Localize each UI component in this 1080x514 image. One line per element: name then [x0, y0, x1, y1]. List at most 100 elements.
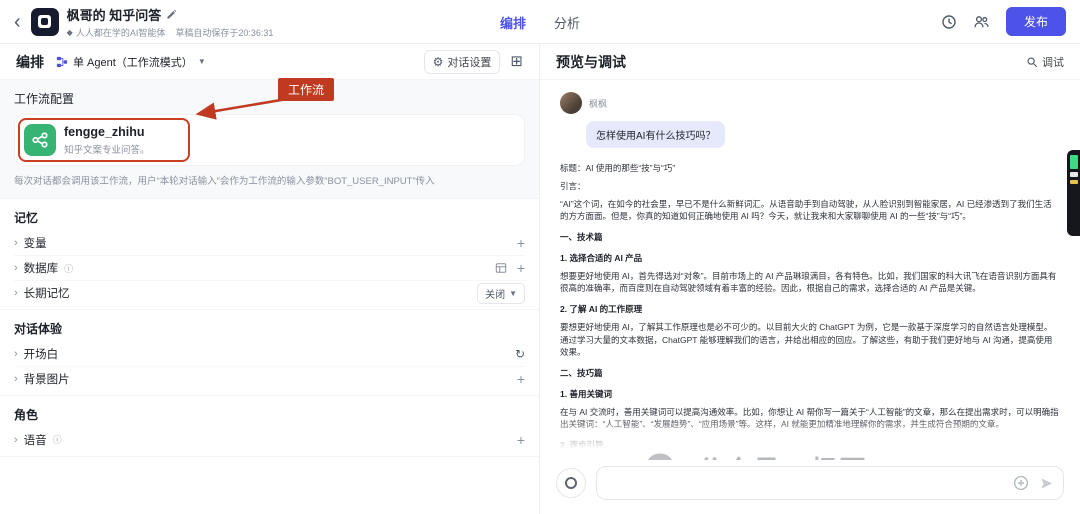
badge-label: 人人都在学的AI智能体 [76, 26, 166, 39]
chevron-right-icon: › [14, 373, 18, 385]
ai-paragraph: 在与 AI 交流时，善用关键词可以提高沟通效率。比如，你想让 AI 帮你写一篇关… [560, 406, 1060, 432]
annotation-workflow-label: 工作流 [278, 78, 334, 101]
info-icon[interactable]: ⓘ [53, 433, 62, 446]
row-long-term-memory[interactable]: › 长期记忆 关闭 ▼ [14, 280, 525, 305]
floating-mini-window[interactable] [1067, 150, 1080, 236]
row-long-term-memory-label: 长期记忆 [24, 285, 70, 301]
preview-panel-header: 预览与调试 调试 [540, 44, 1080, 80]
auto-generate-icon[interactable]: ↻ [515, 348, 525, 360]
row-background-image[interactable]: › 背景图片 + [14, 366, 525, 391]
debug-button[interactable]: 调试 [1042, 54, 1064, 70]
agent-mode-selector[interactable]: 单 Agent（工作流模式） ▼ [56, 54, 206, 70]
long-term-memory-value: 关闭 [485, 286, 505, 301]
workflow-mode-icon [56, 56, 68, 68]
workflow-name: fengge_zhihu [64, 125, 150, 140]
add-variable-button[interactable]: + [517, 236, 525, 250]
chevron-down-icon: ▼ [509, 289, 517, 298]
app-logo [31, 8, 59, 36]
edit-title-icon[interactable] [166, 9, 177, 20]
mini-window-thumb-white [1070, 172, 1078, 177]
row-background-image-label: 背景图片 [24, 371, 70, 387]
row-opening[interactable]: › 开场白 ↻ [14, 341, 525, 366]
clear-context-button[interactable] [556, 468, 586, 498]
ai-paragraph: 2. 逐步引导 [560, 439, 1060, 452]
collaboration-icon[interactable] [973, 14, 990, 30]
panel-title-orchestrate: 编排 [16, 52, 44, 72]
bot-badge-icon: ◆ [67, 28, 73, 37]
chat-area: 枫枫 怎样使用AI有什么技巧吗？ 标题：AI 使用的那些“技”与“巧” 引言： … [540, 80, 1080, 460]
badge: ◆ 人人都在学的AI智能体 [67, 26, 166, 39]
workflow-note: 每次对话都会调用该工作流，用户“本轮对话输入”会作为工作流的输入参数“BOT_U… [14, 175, 525, 188]
ai-paragraph: 想要更好地使用 AI，首先得选对“对象”。目前市场上的 AI 产品琳琅满目，各有… [560, 270, 1060, 296]
row-opening-label: 开场白 [24, 346, 59, 362]
panel-title-preview: 预览与调试 [556, 52, 626, 72]
ai-paragraph: 1. 选择合适的 AI 产品 [560, 252, 1060, 265]
user-name: 枫枫 [589, 97, 607, 110]
section-role: 角色 › 语音 ⓘ + [0, 396, 539, 457]
ai-paragraph: 标题：AI 使用的那些“技”与“巧” [560, 162, 1060, 175]
workflow-section-title: 工作流配置 [14, 90, 525, 107]
add-database-button[interactable]: + [517, 261, 525, 275]
preview-panel: 预览与调试 调试 枫枫 怎样使用AI有什么技巧吗？ 标题：AI 使用的那些“技”… [540, 44, 1080, 514]
ai-paragraph: 一、技术篇 [560, 231, 1060, 244]
row-variables[interactable]: › 变量 + [14, 230, 525, 255]
message-input-wrap [596, 466, 1064, 500]
user-message-bubble: 怎样使用AI有什么技巧吗？ [586, 121, 725, 148]
dialog-settings-label: 对话设置 [447, 54, 491, 70]
app-window: ‹ 枫哥的 知乎问答 ◆ 人人都在学的AI智能体 草稿自动保存于20:36:31… [0, 0, 1080, 514]
ai-paragraph: “AI”这个词，在如今的社会里，早已不是什么新鲜词汇。从语音助手到自动驾驶，从人… [560, 198, 1060, 224]
section-memory: 记忆 › 变量 + › 数据库 ⓘ + › 长期记忆 [0, 199, 539, 310]
section-dialog-experience-title: 对话体验 [14, 314, 525, 341]
workflow-icon [24, 124, 56, 156]
message-input[interactable] [596, 466, 1064, 500]
row-voice-label: 语音 [24, 432, 47, 448]
title-block: 枫哥的 知乎问答 ◆ 人人都在学的AI智能体 草稿自动保存于20:36:31 [67, 5, 274, 39]
header-actions: 发布 [941, 7, 1066, 36]
version-history-icon[interactable] [941, 14, 957, 30]
send-icon[interactable] [1039, 476, 1054, 491]
ai-paragraph: 引言： [560, 180, 1060, 193]
tab-analyze[interactable]: 分析 [554, 13, 580, 32]
mini-window-thumb-green [1070, 155, 1078, 169]
app-title: 枫哥的 知乎问答 [67, 5, 162, 24]
orchestration-panel: 编排 单 Agent（工作流模式） ▼ ⚙ 对话设置 ⊞ 工作流配置 [0, 44, 540, 514]
workflow-card-text: fengge_zhihu 知乎文案专业问答。 [64, 125, 150, 156]
gear-icon: ⚙ [433, 56, 444, 68]
workflow-desc: 知乎文案专业问答。 [64, 142, 150, 156]
chevron-right-icon: › [14, 434, 18, 446]
orchestration-panel-header: 编排 单 Agent（工作流模式） ▼ ⚙ 对话设置 ⊞ [0, 44, 539, 80]
agent-mode-label: 单 Agent（工作流模式） [73, 54, 193, 70]
workflow-card[interactable]: fengge_zhihu 知乎文案专业问答。 [18, 118, 190, 162]
row-voice[interactable]: › 语音 ⓘ + [14, 427, 525, 452]
add-background-button[interactable]: + [517, 372, 525, 386]
info-icon[interactable]: ⓘ [64, 262, 73, 275]
app-logo-glyph [38, 15, 51, 28]
dialog-settings-button[interactable]: ⚙ 对话设置 [424, 50, 501, 74]
section-role-title: 角色 [14, 400, 525, 427]
main-area: 编排 单 Agent（工作流模式） ▼ ⚙ 对话设置 ⊞ 工作流配置 [0, 44, 1080, 514]
clear-context-icon [565, 477, 577, 489]
chevron-down-icon: ▼ [198, 57, 206, 66]
chevron-right-icon: › [14, 348, 18, 360]
section-dialog-experience: 对话体验 › 开场白 ↻ › 背景图片 + [0, 310, 539, 396]
row-database[interactable]: › 数据库 ⓘ + [14, 255, 525, 280]
chevron-right-icon: › [14, 287, 18, 299]
ai-paragraph: 2. 了解 AI 的工作原理 [560, 303, 1060, 316]
mini-window-thumb-yellow [1070, 180, 1078, 184]
ai-paragraph: 1. 善用关键词 [560, 388, 1060, 401]
long-term-memory-select[interactable]: 关闭 ▼ [477, 283, 525, 304]
autosave-status: 草稿自动保存于20:36:31 [175, 26, 273, 39]
workflow-row: fengge_zhihu 知乎文案专业问答。 [14, 114, 525, 166]
add-attachment-icon[interactable] [1013, 475, 1029, 491]
tab-orchestrate[interactable]: 编排 [500, 13, 526, 32]
debug-icon [1026, 56, 1038, 68]
layout-grid-icon[interactable]: ⊞ [510, 54, 523, 69]
top-bar: ‹ 枫哥的 知乎问答 ◆ 人人都在学的AI智能体 草稿自动保存于20:36:31… [0, 0, 1080, 44]
database-table-icon[interactable] [495, 262, 507, 274]
chevron-right-icon: › [14, 237, 18, 249]
user-avatar [560, 92, 582, 114]
add-voice-button[interactable]: + [517, 433, 525, 447]
back-icon[interactable]: ‹ [14, 12, 21, 32]
chevron-right-icon: › [14, 262, 18, 274]
publish-button[interactable]: 发布 [1006, 7, 1066, 36]
